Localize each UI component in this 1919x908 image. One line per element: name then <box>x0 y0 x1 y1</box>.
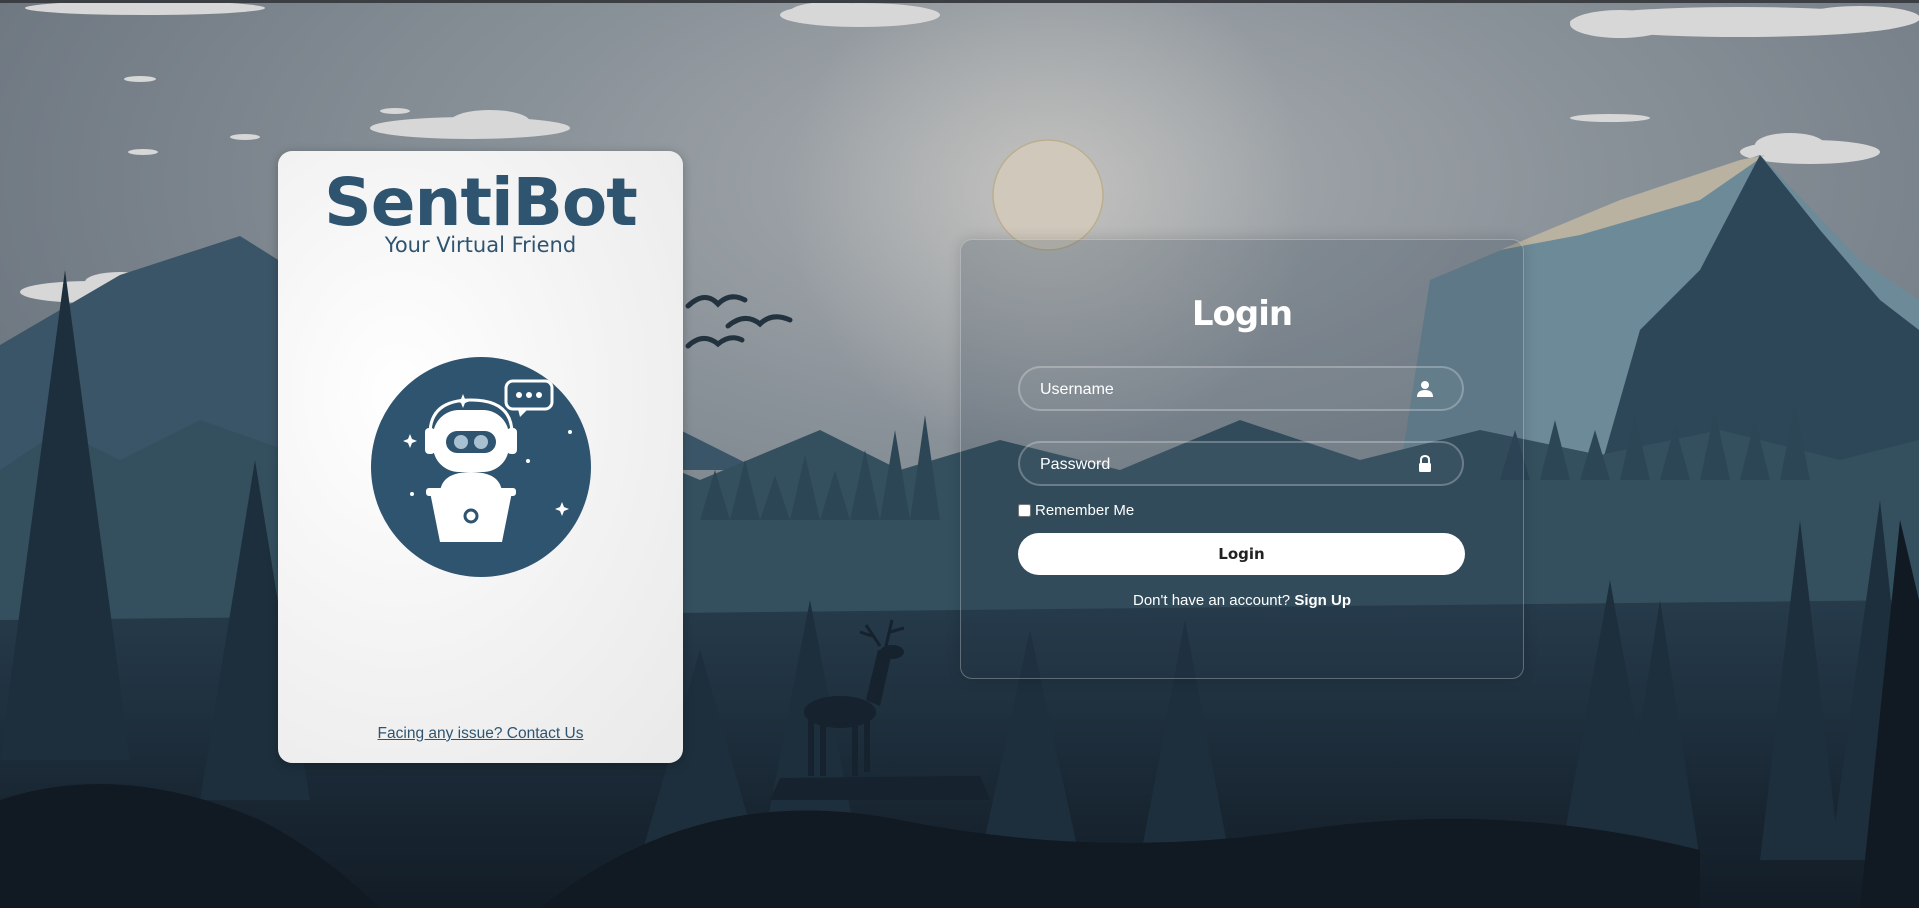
signup-row: Don't have an account? Sign Up <box>961 592 1523 609</box>
brand-logo-text: SentiBot <box>324 164 638 241</box>
moon <box>992 139 1104 251</box>
remember-me-label: Remember Me <box>1035 501 1135 519</box>
password-field <box>1018 441 1464 486</box>
login-button[interactable]: Login <box>1018 533 1465 575</box>
username-field <box>1018 366 1464 411</box>
signup-prompt: Don't have an account? <box>1133 592 1291 609</box>
signup-link[interactable]: Sign Up <box>1294 592 1351 609</box>
remember-me-checkbox[interactable] <box>1018 503 1031 517</box>
brand-tagline: Your Virtual Friend <box>384 233 577 257</box>
password-input[interactable] <box>1038 443 1402 486</box>
robot-chatbot-icon <box>371 357 591 577</box>
window-top-edge <box>0 0 1919 3</box>
remember-me-row[interactable]: Remember Me <box>1018 500 1134 520</box>
brand-card: SentiBot Your Virtual Friend Facing any … <box>278 151 683 763</box>
contact-us-link[interactable]: Facing any issue? Contact Us <box>278 725 683 743</box>
lock-icon <box>1419 455 1431 472</box>
login-heading: Login <box>1191 294 1293 334</box>
user-icon <box>1417 381 1433 397</box>
login-panel: Login Remember Me Login Don't have an ac… <box>960 239 1524 679</box>
username-input[interactable] <box>1038 368 1402 411</box>
